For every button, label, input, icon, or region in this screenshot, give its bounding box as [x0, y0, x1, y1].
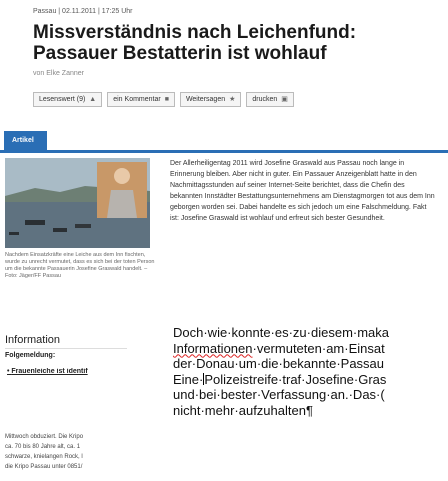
info-subheading: Folgemeldung: — [5, 352, 56, 359]
print-button[interactable]: drucken ▣ — [246, 92, 294, 107]
photo-caption: Nachdem Einsatzkräfte eine Leiche aus de… — [5, 252, 155, 279]
document-line: der·Donau·um·die·bekannte·Passau — [173, 356, 385, 371]
river-photo-image — [5, 158, 150, 248]
comment-button[interactable]: ein Kommentar ■ — [107, 92, 175, 107]
title-line-1: Missverständnis nach Leichenfund: — [33, 22, 357, 43]
star-icon: ★ — [229, 96, 236, 103]
related-article-link[interactable]: • Frauenleiche ist identif — [7, 368, 127, 375]
spellcheck-word: Informationen — [173, 340, 253, 356]
printer-icon: ▣ — [281, 96, 288, 103]
article-meta: Passau | 02.11.2011 | 17:25 Uhr — [33, 8, 133, 15]
comment-icon: ■ — [164, 96, 169, 103]
print-label: drucken — [252, 96, 278, 103]
document-line: Doch·wie·konnte·es·zu·diesem·maka — [173, 325, 390, 340]
share-label: Weitersagen — [185, 96, 226, 103]
lower-line: schwarze, knielangen Rock, l — [5, 454, 83, 460]
document-line: nicht·mehr·aufzuhalten¶ — [173, 402, 313, 418]
article-body: Der Allerheiligentag 2011 wird Josefine … — [170, 160, 435, 222]
tab-artikel[interactable]: Artikel — [4, 131, 47, 150]
lesenswert-label: Lesenswert (9) — [39, 96, 86, 103]
title-line-2: Passauer Bestatterin ist wohlauf — [33, 43, 327, 64]
article-title: Missverständnis nach Leichenfund: Passau… — [33, 22, 433, 64]
comment-label: ein Kommentar — [113, 96, 161, 103]
article-toolbar: Lesenswert (9) ▲ ein Kommentar ■ Weiters… — [33, 92, 294, 107]
info-divider — [5, 348, 127, 349]
share-button[interactable]: Weitersagen ★ — [179, 92, 242, 107]
lesenswert-button[interactable]: Lesenswert (9) ▲ — [33, 92, 103, 107]
related-article-label: Frauenleiche ist identif — [11, 368, 88, 375]
tab-bar — [0, 128, 448, 153]
document-text[interactable]: Doch·wie·konnte·es·zu·diesem·maka Inform… — [173, 325, 448, 418]
document-line: Informationen·vermuteten·am·Einsat — [173, 340, 385, 356]
lower-text-fragment: Mittwoch obduziert. Die Kripo ca. 70 bis… — [5, 432, 130, 472]
thumb-icon: ▲ — [89, 96, 97, 103]
document-line: und·bei·bester·Verfassung·an.·Das·( — [173, 387, 385, 402]
lower-line: die Kripo Passau unter 0851/ — [5, 464, 83, 470]
author: von Elke Zanner — [33, 70, 84, 77]
lower-line: Mittwoch obduziert. Die Kripo — [5, 434, 84, 440]
document-line: Eine·Polizeistreife·traf·Josefine·Gras — [173, 371, 387, 387]
article-photo — [5, 158, 150, 248]
info-heading: Information — [5, 334, 61, 346]
lower-line: ca. 70 bis 80 Jahre alt, ca. 1 — [5, 444, 81, 450]
